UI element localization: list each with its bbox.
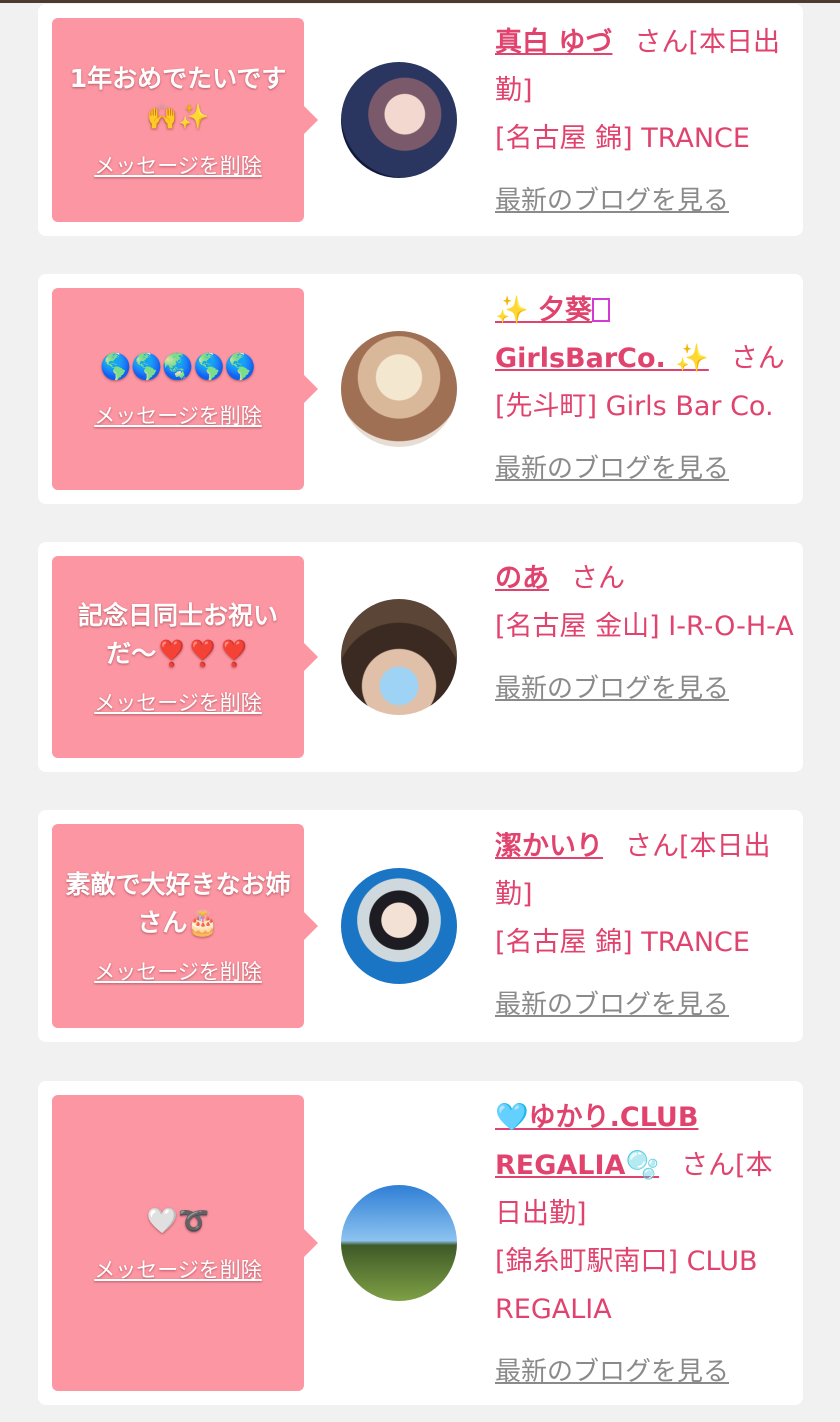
profile-info: 🩵ゆかり.CLUB REGALIA🫧 さん[本日出勤] [錦糸町駅南口] CLUB… xyxy=(495,1094,795,1396)
message-text: 1年おめでたいです 🙌✨ xyxy=(69,64,287,131)
delete-message-link[interactable]: メッセージを削除 xyxy=(94,687,262,717)
profile-info: 真白 ゆづ さん[本日出勤] [名古屋 錦] TRANCE 最新のブログを見る xyxy=(495,19,795,225)
top-border xyxy=(0,0,840,3)
latest-blog-link[interactable]: 最新のブログを見る xyxy=(495,1348,729,1396)
missing-glyph-icon xyxy=(592,298,611,322)
message-text: 🤍➰ xyxy=(146,1206,210,1235)
message-text: 🌎🌎🌏🌎🌎 xyxy=(100,352,256,381)
shop-label: [先斗町] Girls Bar Co. xyxy=(495,391,774,422)
delete-message-link[interactable]: メッセージを削除 xyxy=(94,150,262,180)
delete-message-link[interactable]: メッセージを削除 xyxy=(94,400,262,430)
message-bubble: 記念日同士お祝いだ〜❣️❣️❣️ メッセージを削除 xyxy=(52,556,318,758)
cast-name-link[interactable]: ✨ 夕葵 xyxy=(495,295,592,326)
cast-name-link[interactable]: 🩵ゆかり.CLUB REGALIA🫧 xyxy=(495,1102,698,1181)
profile-info: のあ さん [名古屋 金山] I-R-O-H-A 最新のブログを見る xyxy=(495,555,795,713)
profile-info: ✨ 夕葵 GirlsBarCo. ✨ さん [先斗町] Girls Bar Co.… xyxy=(495,287,795,493)
message-bubble: 🌎🌎🌏🌎🌎 メッセージを削除 xyxy=(52,288,318,490)
message-card: 🤍➰ メッセージを削除 🩵ゆかり.CLUB REGALIA🫧 さん[本日出勤] [… xyxy=(38,1081,803,1405)
message-bubble: 1年おめでたいです 🙌✨ メッセージを削除 xyxy=(52,18,318,222)
delete-message-link[interactable]: メッセージを削除 xyxy=(94,1254,262,1284)
honorific-status: さん xyxy=(730,343,785,374)
avatar[interactable] xyxy=(341,331,457,447)
avatar[interactable] xyxy=(341,62,457,178)
message-text: 記念日同士お祝いだ〜❣️❣️❣️ xyxy=(77,601,278,668)
cast-name-link-2[interactable]: GirlsBarCo. ✨ xyxy=(495,343,709,374)
avatar[interactable] xyxy=(341,1185,457,1301)
latest-blog-link[interactable]: 最新のブログを見る xyxy=(495,665,729,713)
latest-blog-link[interactable]: 最新のブログを見る xyxy=(495,445,729,493)
message-card: 記念日同士お祝いだ〜❣️❣️❣️ メッセージを削除 のあ さん [名古屋 金山] … xyxy=(38,542,803,772)
shop-label: [名古屋 錦] TRANCE xyxy=(495,123,750,154)
profile-info: 潔かいり さん[本日出勤] [名古屋 錦] TRANCE 最新のブログを見る xyxy=(495,823,795,1029)
shop-label: [名古屋 金山] I-R-O-H-A xyxy=(495,611,794,642)
delete-message-link[interactable]: メッセージを削除 xyxy=(94,956,262,986)
message-card: 🌎🌎🌏🌎🌎 メッセージを削除 ✨ 夕葵 GirlsBarCo. ✨ さん [先斗町… xyxy=(38,274,803,504)
avatar[interactable] xyxy=(341,868,457,984)
message-bubble: 🤍➰ メッセージを削除 xyxy=(52,1095,318,1391)
honorific-status: さん xyxy=(571,563,625,594)
shop-label: [錦糸町駅南口] CLUB REGALIA xyxy=(495,1246,758,1325)
message-bubble: 素敵で大好きなお姉さん🎂 メッセージを削除 xyxy=(52,824,318,1028)
cast-name-link[interactable]: のあ xyxy=(495,563,549,594)
avatar[interactable] xyxy=(341,599,457,715)
cast-name-link[interactable]: 真白 ゆづ xyxy=(495,27,612,58)
latest-blog-link[interactable]: 最新のブログを見る xyxy=(495,177,729,225)
latest-blog-link[interactable]: 最新のブログを見る xyxy=(495,981,729,1029)
cast-name-link[interactable]: 潔かいり xyxy=(495,831,603,862)
shop-label: [名古屋 錦] TRANCE xyxy=(495,927,750,958)
message-text: 素敵で大好きなお姉さん🎂 xyxy=(65,870,291,937)
message-card: 素敵で大好きなお姉さん🎂 メッセージを削除 潔かいり さん[本日出勤] [名古屋 … xyxy=(38,810,803,1042)
message-card: 1年おめでたいです 🙌✨ メッセージを削除 真白 ゆづ さん[本日出勤] [名古屋… xyxy=(38,4,803,236)
